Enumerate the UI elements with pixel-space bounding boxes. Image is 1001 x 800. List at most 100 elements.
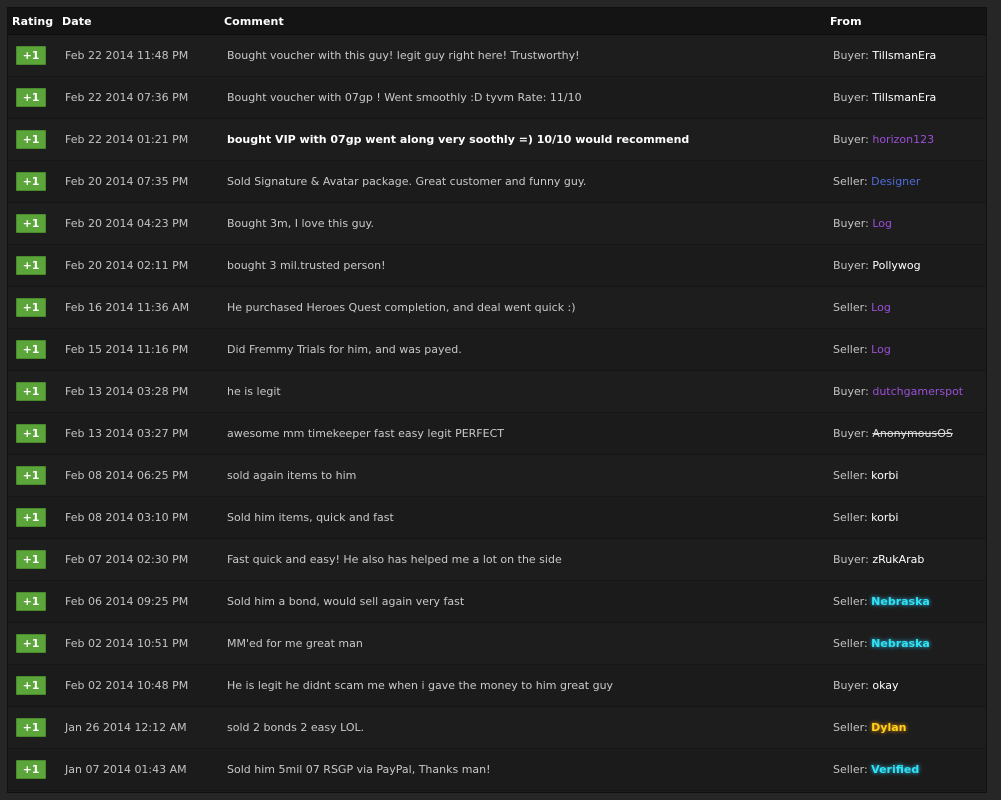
rating-badge: +1 (16, 46, 46, 65)
table-row: +1 Feb 07 2014 02:30 PM Fast quick and eas… (8, 539, 986, 581)
user-link[interactable]: Nebraska (871, 595, 930, 608)
table-row: +1 Feb 22 2014 07:36 PM Bought voucher wit… (8, 77, 986, 119)
feedback-comment: sold 2 bonds 2 easy LOL. (227, 721, 365, 734)
feedback-date: Feb 20 2014 07:35 PM (65, 175, 189, 188)
rating-badge: +1 (16, 214, 46, 233)
feedback-comment: Bought voucher with this guy! legit guy … (227, 49, 580, 62)
role-label: Buyer: (833, 91, 869, 104)
feedback-from: Buyer: TillsmanEra (833, 49, 936, 62)
feedback-from: Buyer: TillsmanEra (833, 91, 936, 104)
table-row: +1 Feb 08 2014 06:25 PM sold again items t… (8, 455, 986, 497)
column-header-rating[interactable]: Rating (12, 15, 53, 28)
user-link[interactable]: Designer (871, 175, 920, 188)
feedback-from: Buyer: AnonymousOS (833, 427, 953, 440)
user-link[interactable]: TillsmanEra (872, 49, 936, 62)
feedback-date: Feb 07 2014 02:30 PM (65, 553, 189, 566)
user-link[interactable]: korbi (871, 511, 898, 524)
feedback-comment: Bought 3m, I love this guy. (227, 217, 374, 230)
feedback-comment: Sold him 5mil 07 RSGP via PayPal, Thanks… (227, 763, 491, 776)
feedback-date: Feb 13 2014 03:28 PM (65, 385, 189, 398)
rating-badge: +1 (16, 718, 46, 737)
user-link[interactable]: zRukArab (872, 553, 924, 566)
user-link[interactable]: Verified (871, 763, 919, 776)
feedback-comment: bought 3 mil.trusted person! (227, 259, 386, 272)
feedback-from: Buyer: Log (833, 217, 892, 230)
feedback-from: Buyer: Pollywog (833, 259, 921, 272)
role-label: Buyer: (833, 427, 869, 440)
rating-badge: +1 (16, 424, 46, 443)
rating-badge: +1 (16, 508, 46, 527)
feedback-comment: MM'ed for me great man (227, 637, 363, 650)
role-label: Seller: (833, 511, 868, 524)
role-label: Buyer: (833, 49, 869, 62)
rating-badge: +1 (16, 298, 46, 317)
table-row: +1 Feb 08 2014 03:10 PM Sold him items, qu… (8, 497, 986, 539)
table-row: +1 Feb 13 2014 03:27 PM awesome mm timekee… (8, 413, 986, 455)
role-label: Buyer: (833, 679, 869, 692)
feedback-date: Feb 08 2014 03:10 PM (65, 511, 189, 524)
feedback-from: Seller: Nebraska (833, 595, 930, 608)
role-label: Seller: (833, 763, 868, 776)
user-link[interactable]: Nebraska (871, 637, 930, 650)
feedback-comment: He is legit he didnt scam me when i gave… (227, 679, 614, 692)
feedback-date: Jan 07 2014 01:43 AM (65, 763, 187, 776)
feedback-from: Buyer: zRukArab (833, 553, 924, 566)
role-label: Seller: (833, 637, 868, 650)
feedback-from: Seller: korbi (833, 469, 898, 482)
table-row: +1 Jan 07 2014 01:43 AM Sold him 5mil 07 R… (8, 749, 986, 791)
feedback-date: Feb 22 2014 07:36 PM (65, 91, 189, 104)
feedback-from: Buyer: okay (833, 679, 899, 692)
user-link[interactable]: Log (872, 217, 892, 230)
user-link[interactable]: dutchgamerspot (872, 385, 963, 398)
table-row: +1 Feb 20 2014 04:23 PM Bought 3m, I love … (8, 203, 986, 245)
table-row: +1 Feb 20 2014 02:11 PM bought 3 mil.trust… (8, 245, 986, 287)
feedback-from: Buyer: dutchgamerspot (833, 385, 963, 398)
feedback-from: Seller: Log (833, 343, 891, 356)
rating-badge: +1 (16, 676, 46, 695)
feedback-from: Seller: Nebraska (833, 637, 930, 650)
table-body: +1 Feb 22 2014 11:48 PM Bought voucher wit… (8, 35, 986, 791)
rating-badge: +1 (16, 340, 46, 359)
user-link[interactable]: okay (872, 679, 898, 692)
user-link[interactable]: Dylan (871, 721, 906, 734)
user-link[interactable]: TillsmanEra (872, 91, 936, 104)
user-link[interactable]: korbi (871, 469, 898, 482)
rating-badge: +1 (16, 172, 46, 191)
role-label: Seller: (833, 469, 868, 482)
feedback-date: Feb 16 2014 11:36 AM (65, 301, 190, 314)
feedback-date: Feb 13 2014 03:27 PM (65, 427, 189, 440)
feedback-comment: sold again items to him (227, 469, 357, 482)
role-label: Buyer: (833, 133, 869, 146)
table-row: +1 Feb 02 2014 10:51 PM MM'ed for me great… (8, 623, 986, 665)
feedback-date: Feb 20 2014 04:23 PM (65, 217, 189, 230)
table-row: +1 Feb 22 2014 11:48 PM Bought voucher wit… (8, 35, 986, 77)
feedback-date: Feb 22 2014 01:21 PM (65, 133, 189, 146)
user-link[interactable]: Log (871, 301, 891, 314)
role-label: Buyer: (833, 217, 869, 230)
feedback-from: Seller: Verified (833, 763, 919, 776)
role-label: Buyer: (833, 385, 869, 398)
role-label: Buyer: (833, 553, 869, 566)
rating-badge: +1 (16, 130, 46, 149)
feedback-from: Seller: Designer (833, 175, 920, 188)
user-link[interactable]: Pollywog (872, 259, 920, 272)
feedback-date: Feb 08 2014 06:25 PM (65, 469, 189, 482)
feedback-date: Feb 15 2014 11:16 PM (65, 343, 189, 356)
feedback-date: Feb 06 2014 09:25 PM (65, 595, 189, 608)
user-link[interactable]: horizon123 (872, 133, 934, 146)
rating-badge: +1 (16, 256, 46, 275)
table-row: +1 Feb 16 2014 11:36 AM He purchased Heroe… (8, 287, 986, 329)
column-header-from[interactable]: From (830, 15, 862, 28)
role-label: Seller: (833, 721, 868, 734)
feedback-date: Feb 02 2014 10:48 PM (65, 679, 189, 692)
role-label: Seller: (833, 595, 868, 608)
feedback-comment: awesome mm timekeeper fast easy legit PE… (227, 427, 504, 440)
table-row: +1 Feb 22 2014 01:21 PM bought VIP with 07… (8, 119, 986, 161)
user-link[interactable]: Log (871, 343, 891, 356)
column-header-comment[interactable]: Comment (224, 15, 284, 28)
column-header-date[interactable]: Date (62, 15, 92, 28)
feedback-comment: Sold him a bond, would sell again very f… (227, 595, 465, 608)
user-link[interactable]: AnonymousOS (872, 427, 953, 440)
feedback-comment: He purchased Heroes Quest completion, an… (227, 301, 576, 314)
table-row: +1 Feb 06 2014 09:25 PM Sold him a bond, w… (8, 581, 986, 623)
